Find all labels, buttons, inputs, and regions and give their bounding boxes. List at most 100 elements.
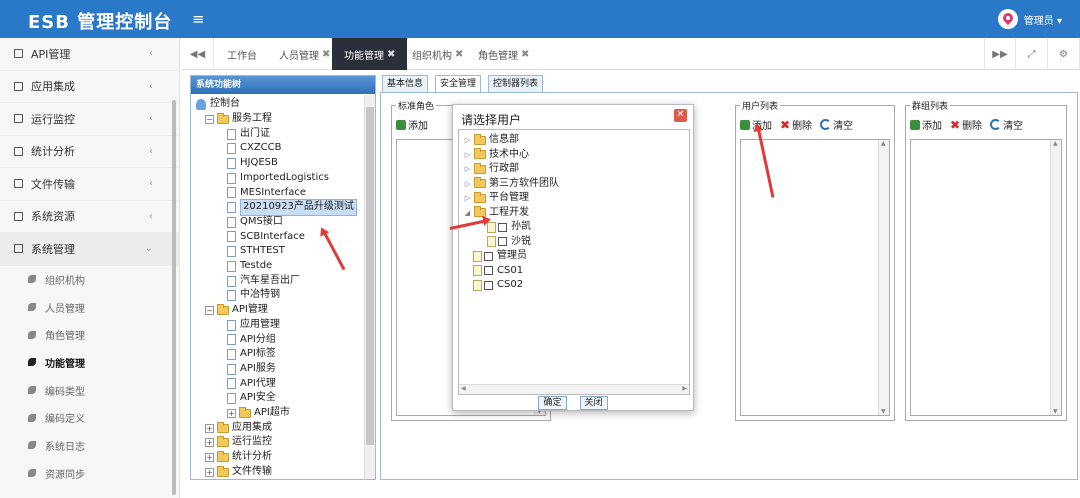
tree-node[interactable]: API分组 xyxy=(227,333,276,348)
tree-node-user[interactable]: CS02 xyxy=(473,278,523,293)
expand-icon[interactable]: + xyxy=(227,408,236,418)
sidebar-item-monitoring[interactable]: 运行监控 ‹ xyxy=(0,103,179,136)
sidebar-item-file-transfer[interactable]: 文件传输 ‹ xyxy=(0,168,179,201)
tab-security[interactable]: 安全管理 xyxy=(435,75,482,93)
tree-scroll-thumb[interactable] xyxy=(366,107,374,445)
sidebar-sub-org[interactable]: 组织机构 xyxy=(0,266,179,294)
user-checkbox[interactable] xyxy=(484,280,493,290)
tree-node[interactable]: CXZCCB xyxy=(227,141,282,156)
expand-icon[interactable]: + xyxy=(205,438,214,448)
tree-node[interactable]: ▷ 平台管理 xyxy=(463,191,529,206)
expand-icon[interactable]: + xyxy=(205,467,214,477)
tree-node[interactable]: MESInterface xyxy=(227,186,306,201)
tree-node[interactable]: API服务 xyxy=(227,362,276,377)
tree-node[interactable]: SCBInterface xyxy=(227,230,305,245)
tree-node[interactable]: Testde xyxy=(227,259,272,274)
user-checkbox[interactable] xyxy=(498,237,507,247)
tree-node[interactable]: HJQESB xyxy=(227,156,278,171)
tree-node[interactable]: + 文件传输 xyxy=(205,465,272,479)
delete-group-button[interactable]: ✖ 删除 xyxy=(950,117,982,133)
close-icon[interactable]: ✖ xyxy=(322,49,330,60)
user-menu[interactable]: 管理员 ▾ xyxy=(997,9,1062,29)
add-role-button[interactable]: 添加 xyxy=(396,117,428,132)
tree-node[interactable]: 控制台 xyxy=(196,97,240,112)
sidebar-item-statistics[interactable]: 统计分析 ‹ xyxy=(0,136,179,168)
close-icon[interactable]: ✕ xyxy=(674,109,687,122)
tree-node[interactable]: ▷ 技术中心 xyxy=(463,148,529,163)
collapse-icon[interactable]: − xyxy=(205,305,214,315)
tree-node[interactable]: ImportedLogistics xyxy=(227,171,329,186)
tab-scroll-left-icon[interactable]: ◀◀ xyxy=(182,38,214,70)
groups-list-scrollbar[interactable] xyxy=(1050,140,1061,415)
sidebar-scrollbar[interactable] xyxy=(172,100,176,495)
clear-groups-button[interactable]: 清空 xyxy=(990,117,1023,132)
expand-icon[interactable]: ▷ xyxy=(463,162,472,177)
tab-controllers[interactable]: 控制器列表 xyxy=(488,75,544,93)
tree-node-user[interactable]: 管理员 xyxy=(473,249,527,264)
tree-node[interactable]: QMS接口 xyxy=(227,215,283,230)
tree-node-user[interactable]: 孙凯 xyxy=(487,220,531,235)
expand-icon[interactable]: ▷ xyxy=(463,191,472,206)
tree-node[interactable]: − API管理 xyxy=(205,303,268,318)
tree-node[interactable]: ▷ 信息部 xyxy=(463,133,519,148)
gear-icon[interactable]: ⚙ xyxy=(1048,38,1080,70)
sidebar-item-system-management[interactable]: 系统管理 ⌄ xyxy=(0,233,179,266)
sidebar-sub-system-log[interactable]: 系统日志 xyxy=(0,432,179,460)
tab-function-management[interactable]: 功能管理 ✖ xyxy=(332,38,408,70)
fullscreen-icon[interactable]: ⤢ xyxy=(1016,38,1048,70)
expand-icon[interactable]: ▷ xyxy=(463,148,472,163)
tree-node[interactable]: 汽车星吾出厂 xyxy=(227,274,300,289)
expand-icon[interactable]: + xyxy=(205,423,214,433)
tree-node-user[interactable]: CS01 xyxy=(473,264,523,279)
users-list[interactable] xyxy=(740,139,890,416)
dialog-h-scrollbar[interactable] xyxy=(459,384,689,394)
user-checkbox[interactable] xyxy=(498,222,507,232)
close-icon[interactable]: ✖ xyxy=(521,49,529,60)
tab-organization[interactable]: 组织机构 ✖ xyxy=(400,38,475,70)
tree-node[interactable]: ▷ 行政部 xyxy=(463,162,519,177)
sidebar-sub-resource-sync[interactable]: 资源同步 xyxy=(0,459,179,487)
groups-list[interactable] xyxy=(910,139,1062,416)
tab-workbench[interactable]: 工作台 xyxy=(215,38,269,70)
tab-scroll-right-icon[interactable]: ▶▶ xyxy=(984,38,1016,70)
expand-icon[interactable]: ▷ xyxy=(463,133,472,148)
sidebar-sub-roles[interactable]: 角色管理 xyxy=(0,321,179,349)
sidebar-sub-personnel[interactable]: 人员管理 xyxy=(0,293,179,321)
tree-node[interactable]: 中冶特钢 xyxy=(227,288,280,303)
sidebar-item-app-integration[interactable]: 应用集成 ‹ xyxy=(0,71,179,103)
collapse-icon[interactable]: ◢ xyxy=(463,206,472,221)
add-group-button[interactable]: 添加 xyxy=(910,117,942,132)
sidebar-sub-code-types[interactable]: 编码类型 xyxy=(0,376,179,404)
user-checkbox[interactable] xyxy=(484,251,493,261)
sidebar-sub-code-defs[interactable]: 编码定义 xyxy=(0,404,179,432)
tab-basic-info[interactable]: 基本信息 xyxy=(382,75,429,93)
sidebar-sub-functions[interactable]: 功能管理 xyxy=(0,349,179,377)
tree-node[interactable]: + API超市 xyxy=(227,406,290,421)
tree-node[interactable]: ◢ 工程开发 xyxy=(463,206,529,221)
tree-node[interactable]: + 应用集成 xyxy=(205,421,272,436)
tree-node[interactable]: + 运行监控 xyxy=(205,435,272,450)
tree-node[interactable]: + 统计分析 xyxy=(205,450,272,465)
tree-node[interactable]: API安全 xyxy=(227,391,276,406)
expand-icon[interactable]: ▷ xyxy=(463,177,472,192)
ok-button[interactable]: 确定 xyxy=(538,396,567,410)
sidebar-item-api[interactable]: API管理 ‹ xyxy=(0,38,179,71)
menu-toggle-icon[interactable]: ≡ xyxy=(192,10,205,28)
close-button[interactable]: 关闭 xyxy=(579,396,608,410)
tree-node[interactable]: ▷ 第三方软件团队 xyxy=(463,177,559,192)
tree-node-selected[interactable]: 20210923产品升级测试 xyxy=(227,199,357,216)
tree-node[interactable]: API代理 xyxy=(227,377,276,392)
delete-user-button[interactable]: ✖ 删除 xyxy=(780,117,812,133)
tree-node[interactable]: API标签 xyxy=(227,347,276,362)
sidebar-item-system-resources[interactable]: 系统资源 ‹ xyxy=(0,201,179,233)
tree-node[interactable]: 应用管理 xyxy=(227,318,280,333)
collapse-icon[interactable]: − xyxy=(205,114,214,124)
tree-node[interactable]: − 服务工程 xyxy=(205,112,272,127)
users-list-scrollbar[interactable] xyxy=(878,140,889,415)
close-icon[interactable]: ✖ xyxy=(387,49,395,60)
tree-scrollbar[interactable] xyxy=(364,95,375,479)
expand-icon[interactable]: + xyxy=(205,452,214,462)
close-icon[interactable]: ✖ xyxy=(455,49,463,60)
user-checkbox[interactable] xyxy=(484,266,493,276)
tree-node[interactable]: STHTEST xyxy=(227,244,285,259)
